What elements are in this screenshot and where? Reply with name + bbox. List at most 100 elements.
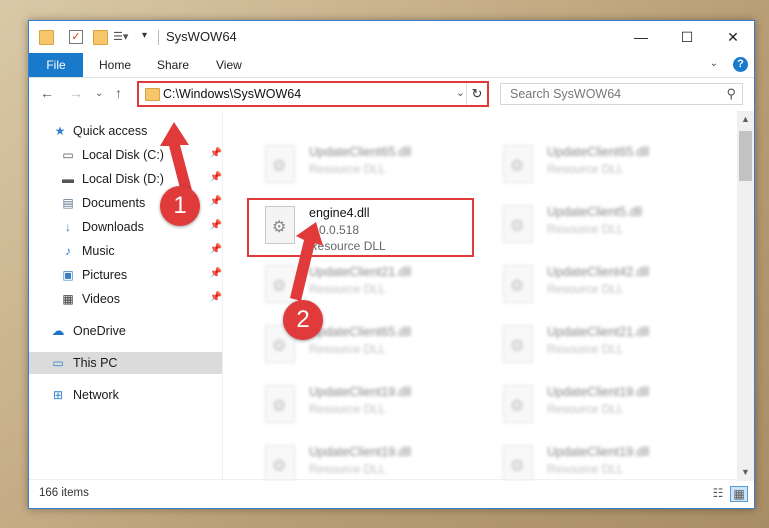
sidebar-item-onedrive[interactable]: ☁ OneDrive [29,320,222,342]
pin-icon: 📌 [209,148,222,159]
file-item[interactable]: UpdateClient5.dll Resource DLL [487,199,717,255]
sidebar-item-label: Videos [82,292,120,306]
file-item[interactable]: UpdateClient65.dll Resource DLL [249,139,479,195]
sidebar-item-label: OneDrive [73,324,126,338]
sidebar-item-local-disk-c[interactable]: ▭ Local Disk (C:) 📌 [29,144,222,166]
properties-icon[interactable]: ✓ [69,30,83,44]
folder-icon [39,30,54,45]
sidebar-item-documents[interactable]: ▤ Documents 📌 [29,192,222,214]
file-item[interactable]: UpdateClient19.dll Resource DLL [249,439,479,481]
address-folder-icon [145,88,160,101]
sidebar-item-network[interactable]: ⊞ Network [29,384,222,406]
tab-share[interactable]: Share [157,53,189,77]
close-button[interactable]: ✕ [710,21,756,53]
sidebar-item-pictures[interactable]: ▣ Pictures 📌 [29,264,222,286]
scrollbar-thumb[interactable] [739,131,752,181]
customize-toolbar-icon[interactable]: ☰▾ [113,30,128,43]
sidebar-item-quick-access[interactable]: ★ Quick access [29,120,222,142]
file-name: UpdateClient65.dll [547,145,650,159]
quick-access-dropdown-icon[interactable]: ▾ [142,30,155,43]
sidebar-item-label: Pictures [82,268,128,282]
navigation-bar: ← → ⌄ ↑ C:\Windows\SysWOW64 ⌄ ↻ Search S… [29,77,754,111]
star-icon: ★ [54,124,66,138]
file-type: Resource DLL [309,402,386,416]
file-list: UpdateClient65.dll Resource DLL engine4.… [229,111,737,481]
minimize-button[interactable]: — [618,21,664,53]
file-name: UpdateClient19.dll [309,385,412,399]
back-arrow-icon[interactable]: ← [40,85,54,101]
file-type: Resource DLL [309,342,386,356]
refresh-icon[interactable]: ↻ [466,83,487,105]
maximize-button[interactable]: ☐ [664,21,710,53]
dll-file-icon [503,385,533,423]
details-view-icon[interactable]: ☷ [710,486,726,500]
sidebar-item-this-pc[interactable]: ▭ This PC [29,352,222,374]
file-item[interactable]: UpdateClient65.dll Resource DLL [249,319,479,375]
new-folder-icon[interactable] [93,30,108,45]
sidebar-item-label: Local Disk (C:) [82,148,164,162]
highlight-box-file [247,198,474,257]
network-icon: ⊞ [52,388,64,402]
file-item[interactable]: UpdateClient19.dll Resource DLL [487,379,717,435]
recent-locations-icon[interactable]: ⌄ [95,88,103,99]
sidebar-item-local-disk-d[interactable]: ▬ Local Disk (D:) 📌 [29,168,222,190]
address-bar[interactable]: C:\Windows\SysWOW64 ⌄ ↻ [137,81,489,107]
scroll-up-icon[interactable]: ▲ [737,111,754,128]
pane-divider[interactable] [222,111,223,481]
dll-file-icon [265,385,295,423]
pin-icon: 📌 [209,292,222,303]
file-item[interactable]: UpdateClient19.dll Resource DLL [249,379,479,435]
window-title: SysWOW64 [166,29,237,44]
file-type: Resource DLL [547,462,624,476]
ribbon-tabs: File Home Share View ⌄ ? [29,53,754,78]
file-item[interactable]: UpdateClient21.dll Resource DLL [487,319,717,375]
file-name: UpdateClient19.dll [547,445,650,459]
file-name: UpdateClient65.dll [309,325,412,339]
file-type: Resource DLL [547,222,624,236]
videos-icon: ▦ [62,292,74,306]
file-name: UpdateClient19.dll [547,385,650,399]
dll-file-icon [503,325,533,363]
sidebar-item-label: Quick access [73,124,148,138]
sidebar-item-videos[interactable]: ▦ Videos 📌 [29,288,222,310]
file-item[interactable]: UpdateClient65.dll Resource DLL [487,139,717,195]
sidebar-item-downloads[interactable]: ↓ Downloads 📌 [29,216,222,238]
file-item[interactable]: UpdateClient21.dll Resource DLL [249,259,479,315]
title-bar: ✓ ☰▾ ▾ SysWOW64 — ☐ ✕ [29,21,754,53]
address-path[interactable]: C:\Windows\SysWOW64 [163,87,301,101]
forward-arrow-icon[interactable]: → [69,85,83,101]
downloads-icon: ↓ [65,220,71,234]
drive-d-icon: ▬ [62,172,74,186]
search-input[interactable]: Search SysWOW64 [510,87,621,101]
search-icon[interactable]: ⚲ [726,86,736,102]
file-type: Resource DLL [547,342,624,356]
file-type: Resource DLL [309,162,386,176]
tab-home[interactable]: Home [99,53,131,77]
file-item[interactable]: UpdateClient19.dll Resource DLL [487,439,717,481]
tab-file[interactable]: File [29,53,83,77]
expand-ribbon-icon[interactable]: ⌄ [710,58,718,69]
large-icons-view-icon[interactable]: ▦ [730,486,748,502]
explorer-window: ✓ ☰▾ ▾ SysWOW64 — ☐ ✕ File Home Share Vi… [28,20,755,509]
file-name: UpdateClient65.dll [309,145,412,159]
sidebar-item-label: This PC [73,356,118,370]
file-type: Resource DLL [309,282,386,296]
file-name: UpdateClient21.dll [547,325,650,339]
dll-file-icon [503,265,533,303]
address-dropdown-icon[interactable]: ⌄ [456,86,465,99]
up-arrow-icon[interactable]: ↑ [115,85,122,101]
file-name: UpdateClient19.dll [309,445,412,459]
music-icon: ♪ [65,244,71,258]
file-name: UpdateClient5.dll [547,205,643,219]
file-type: Resource DLL [547,162,624,176]
help-icon[interactable]: ? [733,57,748,72]
pin-icon: 📌 [209,196,222,207]
file-type: Resource DLL [547,402,624,416]
tab-view[interactable]: View [216,53,242,77]
vertical-scrollbar[interactable]: ▲ ▼ [737,111,754,481]
search-box[interactable]: Search SysWOW64 ⚲ [500,83,743,105]
sidebar-item-music[interactable]: ♪ Music 📌 [29,240,222,262]
sidebar-item-label: Local Disk (D:) [82,172,164,186]
file-item[interactable]: UpdateClient42.dll Resource DLL [487,259,717,315]
onedrive-icon: ☁ [51,323,65,338]
